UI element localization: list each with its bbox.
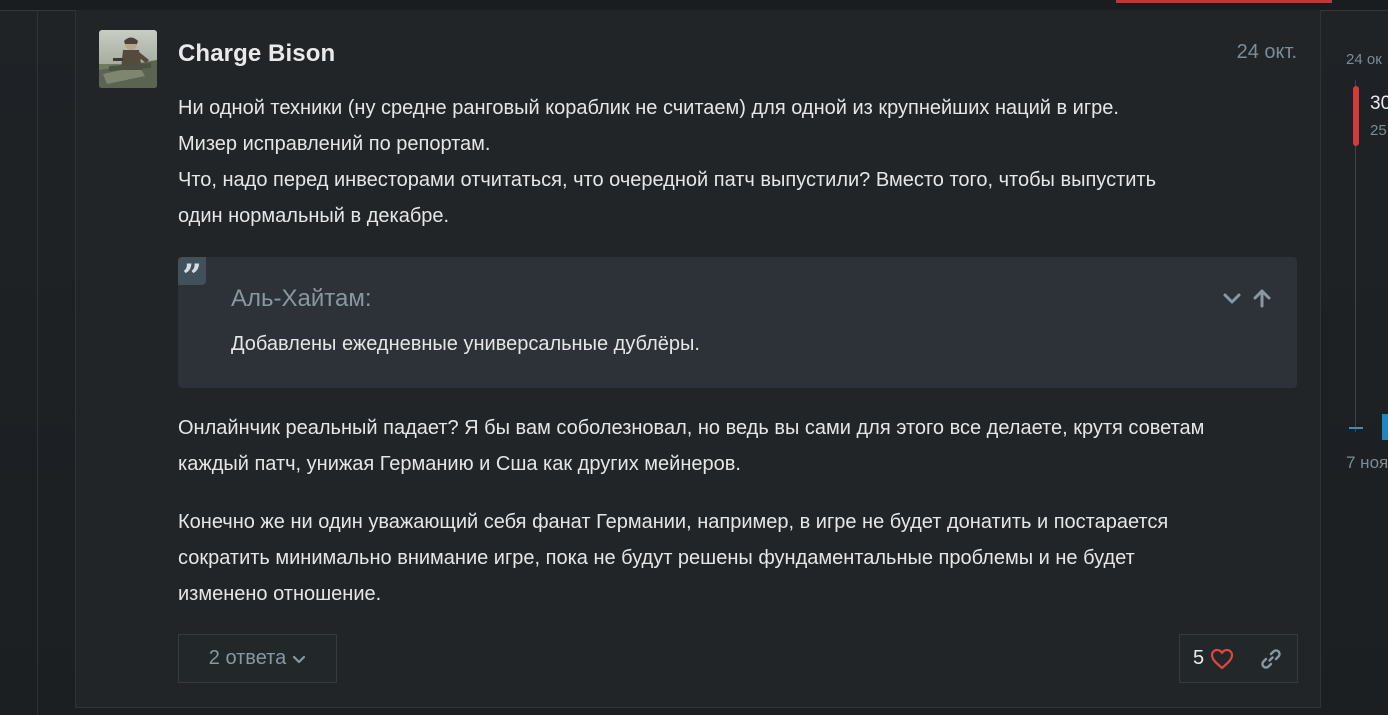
quote-text: Добавлены ежедневные универсальные дублё… [231, 333, 700, 355]
like-count: 5 [1193, 647, 1205, 669]
post-line: сократить минимально внимание игре, пока… [178, 547, 1135, 569]
post-paragraph-2: Онлайнчик реальный падает? Я бы вам собо… [178, 410, 1300, 482]
timeline-handle[interactable] [1353, 86, 1359, 146]
page: Charge Bison 24 окт. Ни одной техники (н… [0, 0, 1388, 715]
like-button[interactable]: 5 [1180, 635, 1244, 682]
post-line: Конечно же ни один уважающий себя фанат … [178, 511, 1169, 533]
timeline-end-date[interactable]: 7 ноя [1346, 453, 1388, 473]
post-line: каждый патч, унижая Германию и Сша как д… [178, 453, 741, 475]
arrow-up-icon [1253, 289, 1271, 308]
show-replies-button[interactable]: 2 ответа [178, 634, 337, 683]
copy-link-button[interactable] [1244, 635, 1297, 682]
timeline-last-read-tick[interactable] [1349, 427, 1363, 429]
heart-icon [1211, 648, 1234, 669]
post-date[interactable]: 24 окт. [1237, 41, 1297, 64]
replies-label: 2 ответа [208, 647, 287, 669]
quote-controls [1221, 287, 1273, 309]
timeline-start-date[interactable]: 24 ок [1346, 51, 1382, 68]
quote-author[interactable]: Аль-Хайтам: [231, 285, 372, 313]
post-line: Онлайнчик реальный падает? Я бы вам собо… [178, 417, 1205, 439]
post-paragraph-1: Ни одной техники (ну средне ранговый кор… [178, 90, 1300, 234]
post-actions: 5 [1179, 634, 1298, 683]
post-line: Мизер исправлений по репортам. [178, 133, 491, 155]
post-author-name[interactable]: Charge Bison [178, 40, 335, 68]
forum-post: Charge Bison 24 окт. Ни одной техники (н… [75, 10, 1321, 708]
quote-expand-button[interactable] [1221, 287, 1243, 309]
quote-jump-button[interactable] [1251, 287, 1273, 309]
pilot-avatar-icon [99, 30, 157, 88]
post-line: Что, надо перед инвесторами отчитаться, … [178, 169, 1156, 191]
link-icon [1260, 648, 1281, 669]
timeline-position-sub: 25 [1370, 122, 1387, 139]
post-line: изменено отношение. [178, 583, 382, 605]
left-divider [37, 10, 38, 715]
quote-mark-icon: ” [178, 257, 206, 297]
quote-block: ” Аль-Хайтам: Добавлены ежедневные униве… [178, 257, 1297, 388]
post-line: один нормальный в декабре. [178, 205, 450, 227]
chevron-down-icon [293, 655, 306, 663]
chevron-down-icon [1223, 293, 1241, 304]
post-line: Ни одной техники (ну средне ранговый кор… [178, 97, 1119, 119]
timeline-marker[interactable] [1382, 414, 1388, 440]
user-avatar[interactable] [99, 30, 157, 88]
post-paragraph-3: Конечно же ни один уважающий себя фанат … [178, 504, 1300, 612]
timeline-position: 30 [1370, 93, 1388, 114]
header-accent-button[interactable] [1116, 0, 1332, 3]
